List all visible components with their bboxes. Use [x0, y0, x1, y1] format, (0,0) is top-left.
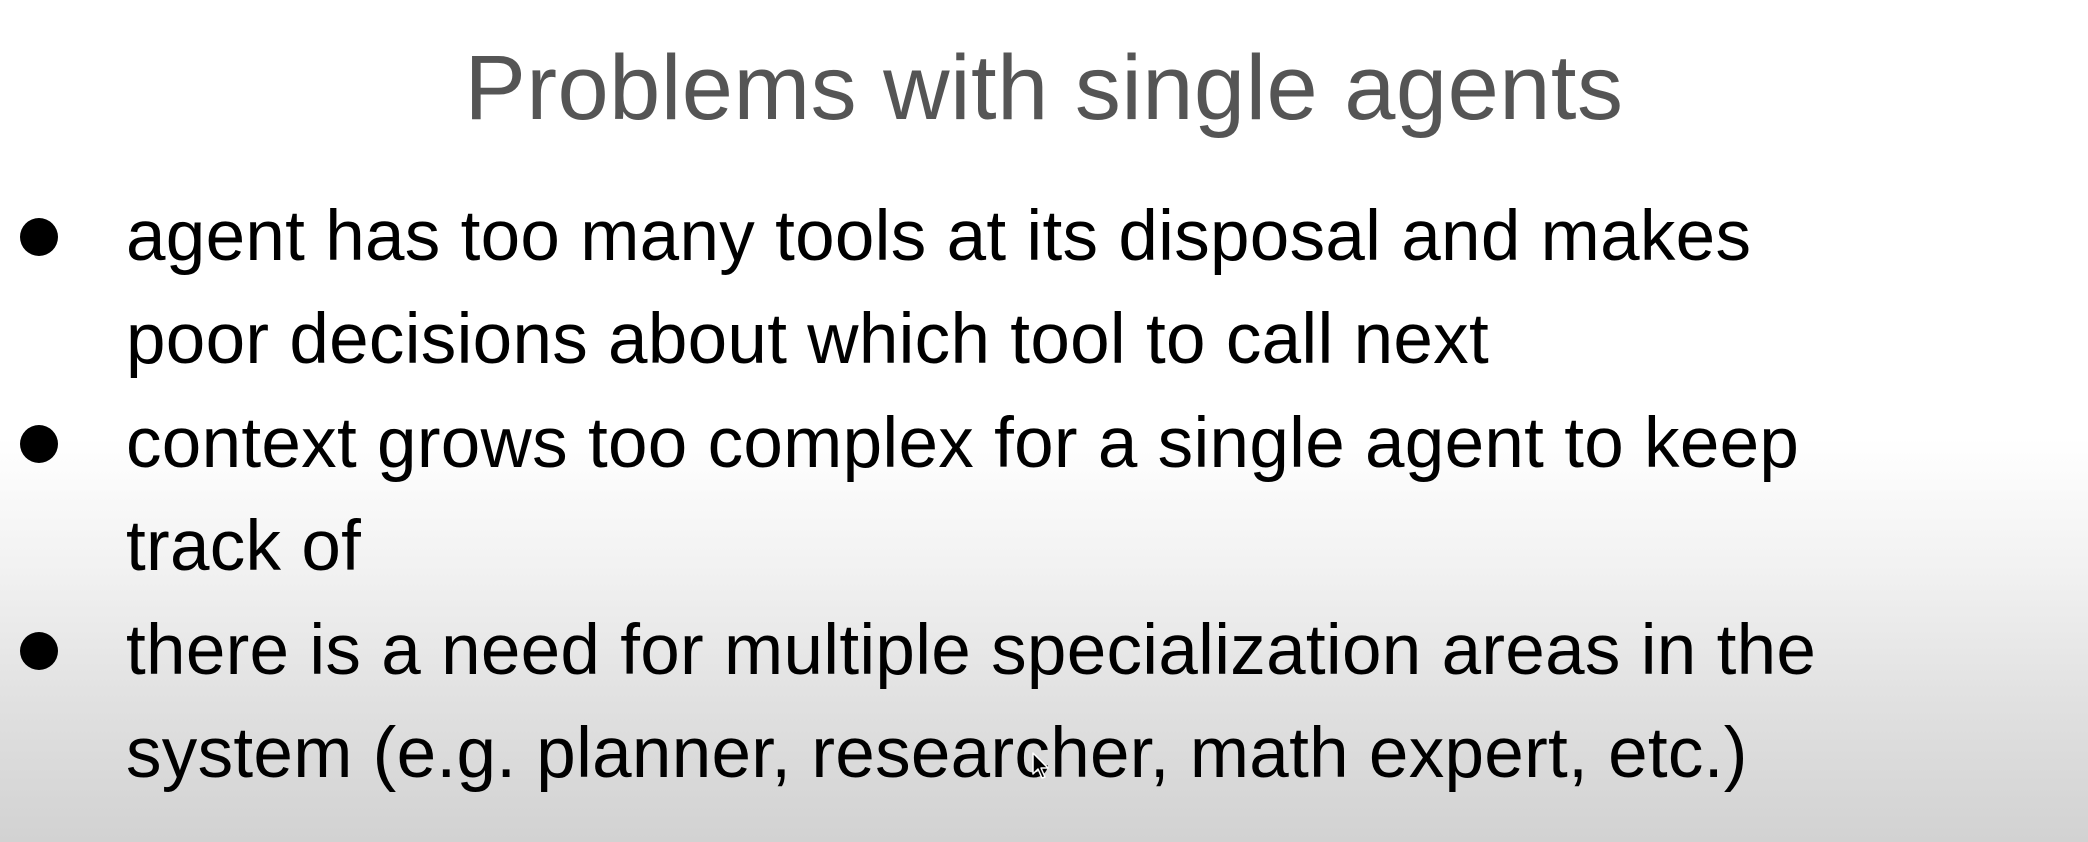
mouse-pointer-icon	[1032, 752, 1049, 779]
bullet-line: there is a need for multiple specializat…	[126, 611, 1817, 690]
bullet-line: poor decisions about which tool to call …	[126, 300, 1489, 379]
bullet-line: agent has too many tools at its disposal…	[126, 197, 1752, 276]
slide-title: Problems with single agents	[464, 37, 1624, 139]
bullet-dot-icon	[20, 425, 58, 463]
bullet-dot-icon	[20, 218, 58, 256]
bullet-line: context grows too complex for a single a…	[126, 404, 1800, 483]
bullet-dot-icon	[20, 632, 58, 670]
bullet-line: system (e.g. planner, researcher, math e…	[126, 714, 1748, 793]
slide: Problems with single agents agent has to…	[0, 0, 2088, 842]
bullet-line: track of	[126, 507, 362, 586]
